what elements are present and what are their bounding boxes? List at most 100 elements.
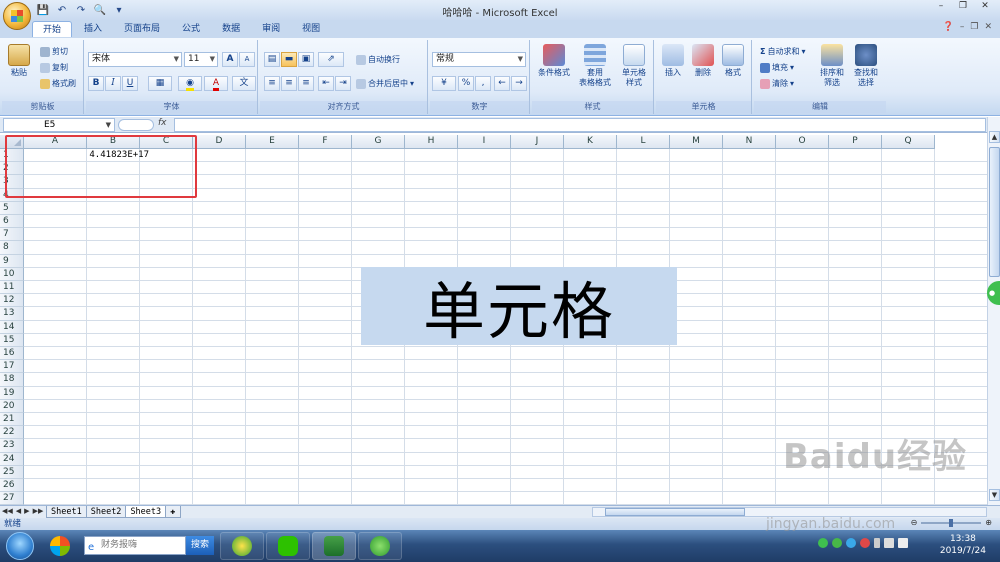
ribbon-close-icon[interactable]: ✕ [984,22,992,32]
row-header[interactable]: 23 [0,439,24,453]
tray-app-icon[interactable] [818,538,828,548]
conditional-formatting-button[interactable]: 条件格式 [534,44,574,78]
sheet-tab[interactable]: Sheet1 [46,506,87,518]
row-header[interactable]: 19 [0,386,24,400]
column-header[interactable]: Q [882,135,935,149]
taskbar-clock[interactable]: 13:38 2019/7/24 [940,533,986,557]
first-sheet-icon[interactable]: ◀◀ [2,507,13,515]
comma-button[interactable]: , [475,76,491,91]
row-header[interactable]: 20 [0,399,24,413]
help-icon[interactable]: ❓ [943,22,954,32]
column-header[interactable]: E [246,135,299,149]
row-header[interactable]: 8 [0,241,24,255]
align-center-button[interactable]: ≡ [281,76,297,91]
increase-indent-button[interactable]: ⇥ [335,76,351,91]
delete-cells-button[interactable]: 删除 [688,44,718,78]
taskbar-wechat-icon[interactable] [266,532,310,560]
fx-icon[interactable]: fx [158,118,167,128]
next-sheet-icon[interactable]: ▶ [24,507,29,515]
sheet-tab[interactable]: Sheet2 [85,506,127,518]
prev-sheet-icon[interactable]: ◀ [16,507,21,515]
phonetic-button[interactable]: 文 [232,76,256,91]
name-box[interactable]: E5 ▼ [3,118,115,132]
decrease-decimal-button[interactable]: → [511,76,527,91]
row-header[interactable]: 21 [0,413,24,427]
vertical-scrollbar[interactable]: ▲ ▼ [987,117,1000,505]
taskbar-game-icon[interactable] [40,532,80,560]
volume-icon[interactable] [898,538,908,548]
tab-5[interactable]: 审阅 [252,21,290,37]
insert-sheet-icon[interactable]: ✚ [165,506,182,518]
column-header[interactable]: K [564,135,617,149]
tab-0[interactable]: 开始 [32,21,73,37]
row-header[interactable]: 10 [0,267,24,281]
scroll-up-icon[interactable]: ▲ [989,131,1000,143]
font-size-dropdown[interactable]: 11 ▼ [184,52,218,67]
tab-3[interactable]: 公式 [172,21,210,37]
number-format-dropdown[interactable]: 常规 ▼ [432,52,526,67]
taskbar-360-icon[interactable] [220,532,264,560]
row-header[interactable]: 16 [0,347,24,361]
taskbar-excel-icon[interactable] [312,532,356,560]
tab-4[interactable]: 数据 [212,21,250,37]
underline-button[interactable]: U [122,76,138,91]
column-header[interactable]: J [511,135,564,149]
tab-2[interactable]: 页面布局 [114,21,170,37]
italic-button[interactable]: I [105,76,121,91]
fill-color-button[interactable]: ◉ [178,76,202,91]
column-header[interactable]: P [829,135,882,149]
row-header[interactable]: 7 [0,228,24,242]
taskbar-browser-icon[interactable] [358,532,402,560]
align-left-button[interactable]: ≡ [264,76,280,91]
row-header[interactable]: 11 [0,281,24,295]
restore-icon[interactable]: ❐ [954,1,972,13]
tray-app-icon[interactable] [860,538,870,548]
copy-button[interactable]: 复制 [40,62,68,73]
scroll-down-icon[interactable]: ▼ [989,489,1000,501]
align-right-button[interactable]: ≡ [298,76,314,91]
row-header[interactable]: 18 [0,373,24,387]
last-sheet-icon[interactable]: ▶▶ [33,507,44,515]
row-header[interactable]: 24 [0,452,24,466]
paste-button[interactable]: 粘贴 [6,44,32,78]
format-painter-button[interactable]: 格式刷 [40,78,76,89]
format-as-table-button[interactable]: 套用 表格格式 [574,44,616,88]
row-header[interactable]: 25 [0,465,24,479]
accounting-button[interactable]: ¥ [432,76,456,91]
ribbon-minimize-icon[interactable]: – [960,22,965,32]
row-header[interactable]: 15 [0,333,24,347]
row-header[interactable]: 5 [0,201,24,215]
column-header[interactable]: H [405,135,458,149]
horizontal-scroll-thumb[interactable] [605,508,745,516]
row-header[interactable]: 9 [0,254,24,268]
borders-button[interactable]: ▦ [148,76,172,91]
tab-6[interactable]: 视图 [292,21,330,37]
row-header[interactable]: 26 [0,479,24,493]
increase-decimal-button[interactable]: ← [494,76,510,91]
taskbar-search-button[interactable]: 搜索 [186,536,214,555]
battery-icon[interactable] [874,538,880,548]
column-header[interactable]: M [670,135,723,149]
taskbar-search-input[interactable]: e 财务报嗨 [84,536,186,555]
cell-styles-button[interactable]: 单元格 样式 [616,44,652,88]
align-middle-button[interactable]: ▬ [281,52,297,67]
orientation-button[interactable]: ⇗ [318,52,344,67]
row-header[interactable]: 6 [0,215,24,229]
tab-1[interactable]: 插入 [74,21,112,37]
percent-button[interactable]: % [458,76,474,91]
grow-font-button[interactable]: A [222,52,238,67]
network-icon[interactable] [884,538,894,548]
vertical-scroll-thumb[interactable] [989,147,1000,277]
shrink-font-button[interactable]: A [239,52,255,67]
decrease-indent-button[interactable]: ⇤ [318,76,334,91]
tray-app-icon[interactable] [846,538,856,548]
find-select-button[interactable]: 查找和 选择 [850,44,882,88]
sort-filter-button[interactable]: 排序和 筛选 [816,44,848,88]
office-button[interactable] [3,2,31,30]
row-header[interactable]: 17 [0,360,24,374]
formula-input[interactable] [174,118,986,132]
merge-center-button[interactable]: 合并后居中 ▾ [356,78,414,89]
column-header[interactable]: F [299,135,352,149]
formula-buttons[interactable] [118,119,154,131]
row-header[interactable]: 12 [0,294,24,308]
